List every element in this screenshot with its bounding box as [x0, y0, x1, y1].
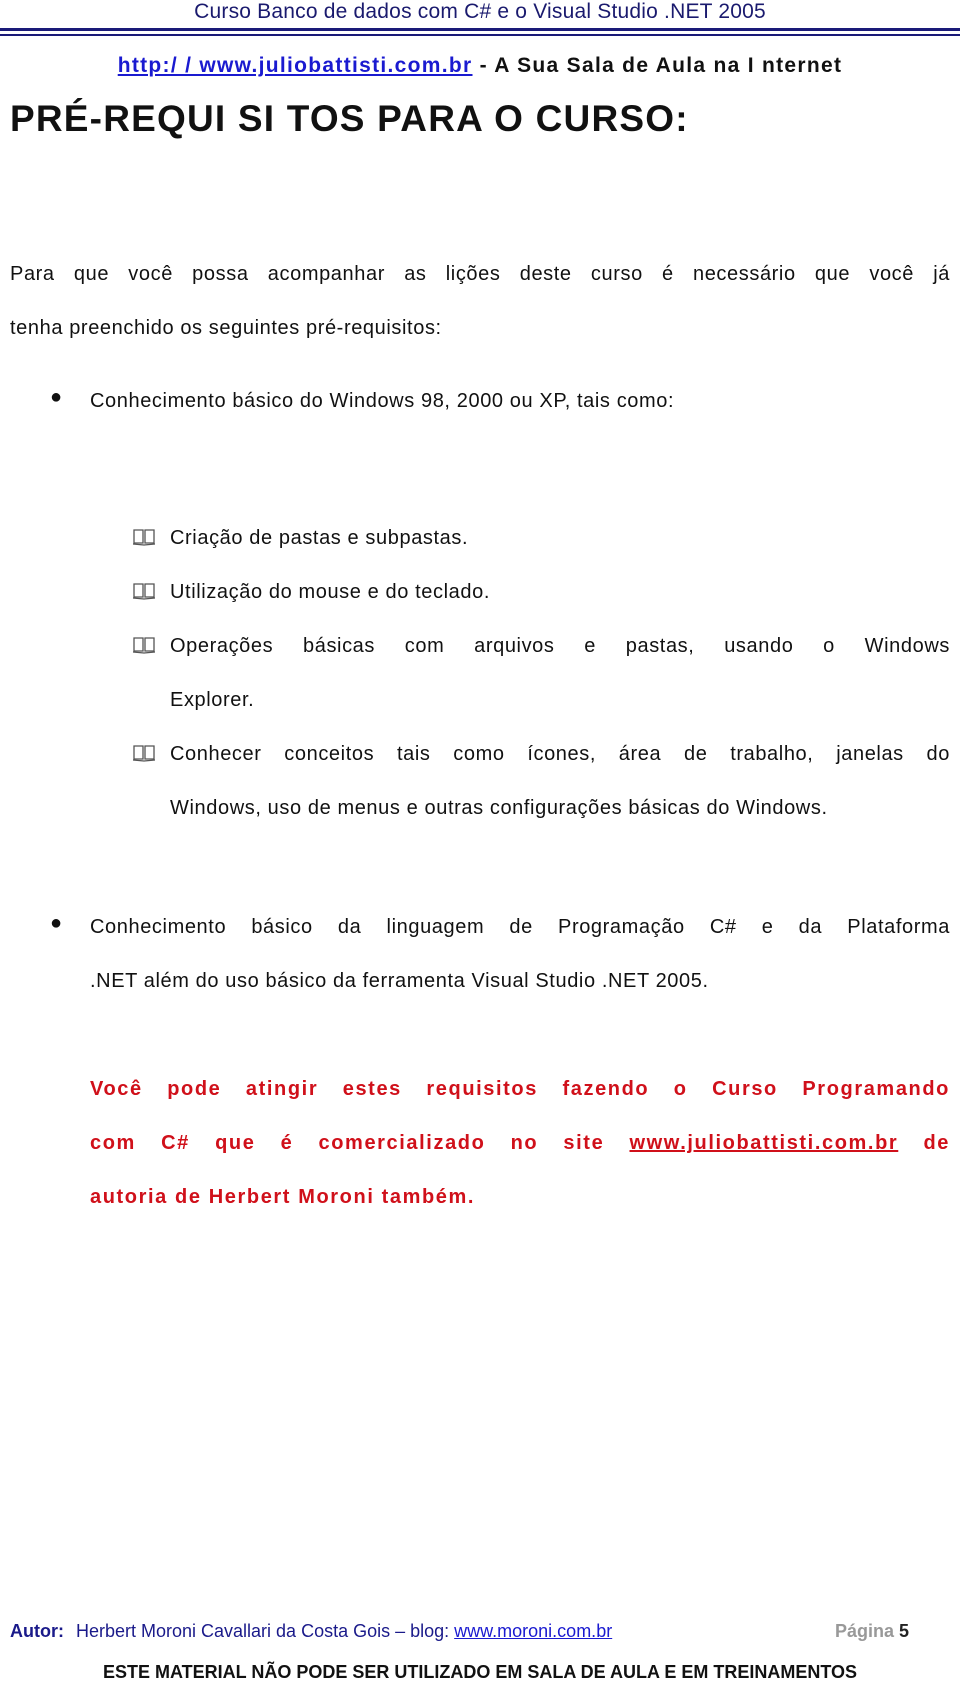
sub-item-concepts-line2: Windows, uso de menus e outras configura…	[170, 797, 828, 819]
note-site-link[interactable]: www.juliobattisti.com.br	[629, 1132, 898, 1154]
intro-line-2: tenha preenchido os seguintes pré-requis…	[10, 317, 442, 339]
book-icon	[132, 745, 156, 762]
note-line-1: Você pode atingir estes requisitos fazen…	[90, 1078, 950, 1100]
site-tagline: - A Sua Sala de Aula na I nternet	[472, 54, 843, 77]
note-line-3: autoria de Herbert Moroni também.	[90, 1186, 476, 1208]
sub-item-mouse: Utilização do mouse e do teclado.	[170, 581, 490, 603]
book-icon	[132, 637, 156, 654]
header-rule-thick	[0, 28, 960, 31]
page-indicator: Página 5	[835, 1621, 909, 1642]
site-link[interactable]: http:/ / www.juliobattisti.com.br	[118, 54, 473, 77]
bullet-dot-icon: ●	[50, 386, 63, 408]
bullet-csharp-line2: .NET além do uso básico da ferramenta Vi…	[90, 970, 709, 992]
bullet-csharp-line1: Conhecimento básico da linguagem de Prog…	[90, 916, 950, 938]
author-text: Herbert Moroni Cavallari da Costa Gois –…	[75, 1621, 455, 1641]
sub-item-folders: Criação de pastas e subpastas.	[170, 527, 469, 549]
sub-item-files-line2: Explorer.	[170, 689, 255, 711]
page-label: Página	[835, 1621, 900, 1641]
note-line-2-before: com C# que é comercializado no site	[90, 1132, 630, 1154]
bullet-dot-icon: ●	[50, 912, 63, 934]
book-icon	[132, 583, 156, 600]
sub-item-concepts-line1: Conhecer conceitos tais como ícones, áre…	[170, 743, 950, 765]
sub-item-files-line1: Operações básicas com arquivos e pastas,…	[170, 635, 950, 657]
header-rule-thin	[0, 34, 960, 36]
note-line-2: com C# que é comercializado no site www.…	[90, 1116, 950, 1170]
blog-link[interactable]: www.moroni.com.br	[454, 1621, 612, 1641]
book-icon	[132, 529, 156, 546]
page-number: 5	[899, 1621, 910, 1641]
page-title: PRÉ-REQUI SI TOS PARA O CURSO:	[10, 98, 689, 139]
bullet-windows: Conhecimento básico do Windows 98, 2000 …	[90, 390, 675, 412]
site-line: http:/ / www.juliobattisti.com.br - A Su…	[0, 54, 960, 78]
footer-warning: ESTE MATERIAL NÃO PODE SER UTILIZADO EM …	[102, 1662, 858, 1682]
note-line-2-after: de	[898, 1132, 950, 1154]
author-label: Autor:	[10, 1621, 64, 1641]
footer-author: Autor: Herbert Moroni Cavallari da Costa …	[10, 1621, 612, 1642]
course-title: Curso Banco de dados com C# e o Visual S…	[194, 0, 766, 23]
intro-line-1: Para que você possa acompanhar as lições…	[10, 263, 950, 285]
